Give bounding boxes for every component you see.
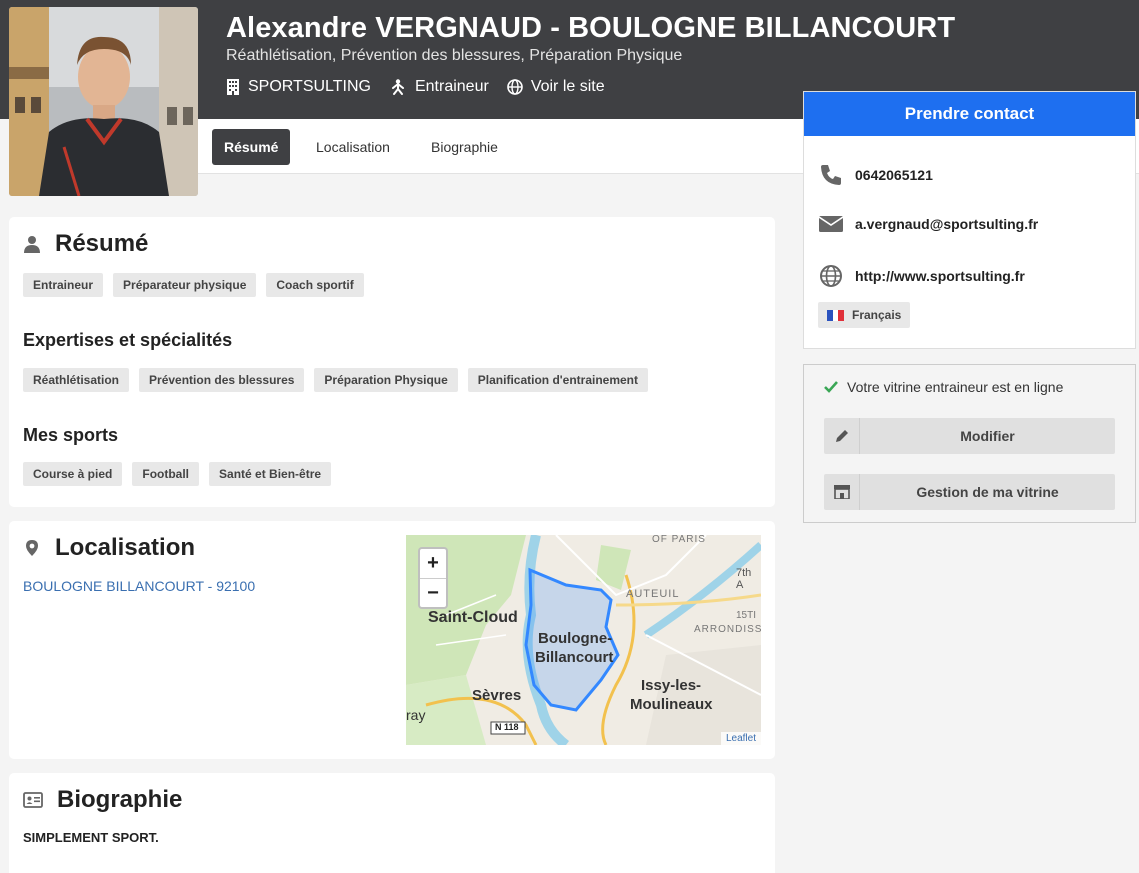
map-zoom-control: + −	[418, 547, 448, 609]
zoom-out-button[interactable]: −	[420, 578, 446, 607]
biographie-text: SIMPLEMENT SPORT.	[23, 830, 159, 845]
phone-number[interactable]: 0642065121	[855, 167, 933, 183]
expertises-title: Expertises et spécialités	[23, 330, 233, 350]
tag-item: Football	[132, 462, 200, 486]
tab-localisation[interactable]: Localisation	[304, 129, 402, 165]
tag-item: Course à pied	[23, 462, 123, 486]
french-flag-icon	[827, 309, 845, 321]
biographie-title: Biographie	[23, 786, 182, 814]
tag-item: Prévention des blessures	[139, 368, 305, 392]
profile-subtitle: Réathlétisation, Prévention des blessure…	[226, 47, 683, 64]
map-label: Moulineaux	[630, 696, 713, 713]
profile-photo	[9, 7, 198, 196]
map-attribution[interactable]: Leaflet	[720, 732, 761, 745]
language-label: Français	[852, 308, 902, 322]
road-label: N 118	[495, 722, 519, 732]
tag-item: Réathlétisation	[23, 368, 130, 392]
tag-item: Préparation Physique	[314, 368, 458, 392]
id-card-icon	[23, 792, 43, 808]
edit-button-label: Modifier	[960, 428, 1015, 444]
biographie-title-text: Biographie	[57, 786, 183, 813]
online-status: Votre vitrine entraineur est en ligne	[824, 379, 1063, 395]
map-label: ARRONDISS	[694, 624, 761, 635]
envelope-icon	[819, 216, 843, 232]
user-icon	[24, 236, 40, 253]
edit-button[interactable]: Modifier	[824, 418, 1115, 454]
contact-phone[interactable]: 0642065121	[819, 163, 933, 187]
biographie-card: Biographie SIMPLEMENT SPORT.	[9, 773, 775, 873]
company-name: SPORTSULTING	[248, 78, 371, 95]
resume-tags: Entraineur Préparateur physique Coach sp…	[23, 273, 374, 297]
map-label: Sèvres	[472, 687, 522, 704]
map-label: Saint-Cloud	[428, 609, 518, 626]
store-icon	[833, 485, 850, 499]
tag-item: Entraineur	[23, 273, 104, 297]
edit-button-icon-wrap	[824, 418, 860, 454]
visit-site-link[interactable]: Voir le site	[507, 78, 605, 96]
sports-title: Mes sports	[23, 425, 119, 445]
localisation-title: Localisation	[23, 534, 195, 562]
online-status-text: Votre vitrine entraineur est en ligne	[847, 379, 1064, 395]
website-url[interactable]: http://www.sportsulting.fr	[855, 268, 1025, 284]
zoom-in-button[interactable]: +	[420, 549, 446, 578]
manage-button-icon-wrap	[824, 474, 860, 510]
contact-website[interactable]: http://www.sportsulting.fr	[819, 264, 1025, 288]
pencil-icon	[835, 430, 848, 442]
localisation-card: Localisation BOULOGNE BILLANCOURT - 9210…	[9, 521, 775, 759]
tab-resume[interactable]: Résumé	[212, 129, 291, 165]
building-icon	[227, 79, 239, 95]
map-label: Boulogne-	[538, 630, 613, 647]
address-link[interactable]: BOULOGNE BILLANCOURT - 92100	[23, 578, 255, 594]
map-label: OF PARIS	[652, 535, 706, 545]
tag-item: Santé et Bien-être	[209, 462, 332, 486]
company-item: SPORTSULTING	[226, 78, 371, 96]
manage-button-label: Gestion de ma vitrine	[916, 484, 1059, 500]
check-icon	[824, 381, 838, 393]
role-label: Entraineur	[414, 78, 489, 95]
language-badge: Français	[818, 302, 911, 328]
localisation-title-text: Localisation	[55, 534, 196, 561]
resume-card: Résumé Entraineur Préparateur physique C…	[9, 217, 775, 507]
tag-item: Planification d'entrainement	[467, 368, 649, 392]
visit-site-label[interactable]: Voir le site	[531, 78, 605, 96]
map-label: AUTEUIL	[626, 588, 680, 600]
profile-meta: SPORTSULTING Entraineur Voir le site	[226, 78, 623, 96]
map-label: 7th A	[736, 567, 752, 591]
globe-icon	[507, 79, 523, 95]
tag-item: Coach sportif	[266, 273, 364, 297]
expertise-tags: Réathlétisation Prévention des blessures…	[23, 368, 658, 392]
manage-vitrine-button[interactable]: Gestion de ma vitrine	[824, 474, 1115, 510]
contact-email[interactable]: a.vergnaud@sportsulting.fr	[819, 214, 1038, 234]
map-label: ray	[406, 707, 426, 723]
resume-title-text: Résumé	[55, 230, 149, 257]
coach-icon	[391, 79, 404, 95]
tab-biographie[interactable]: Biographie	[419, 129, 510, 165]
email-address[interactable]: a.vergnaud@sportsulting.fr	[855, 216, 1038, 232]
contact-panel: Prendre contact 0642065121 a.vergnaud@sp…	[803, 91, 1136, 349]
map-pin-icon	[26, 540, 38, 556]
sports-tags: Course à pied Football Santé et Bien-êtr…	[23, 462, 341, 486]
contact-title[interactable]: Prendre contact	[804, 92, 1135, 136]
role-item: Entraineur	[389, 78, 489, 96]
location-map[interactable]: OF PARIS 7th A AUTEUIL 15TI ARRONDISS Sa…	[406, 535, 761, 745]
map-label: Issy-les-	[641, 677, 702, 694]
vitrine-status-panel: Votre vitrine entraineur est en ligne Mo…	[803, 364, 1136, 523]
map-label: Billancourt	[535, 649, 614, 666]
phone-icon	[821, 165, 841, 185]
tag-item: Préparateur physique	[113, 273, 257, 297]
resume-title: Résumé	[23, 230, 148, 258]
map-label: 15TI	[736, 610, 757, 621]
profile-name: Alexandre VERGNAUD - BOULOGNE BILLANCOUR…	[226, 12, 956, 44]
globe-icon	[820, 265, 842, 287]
